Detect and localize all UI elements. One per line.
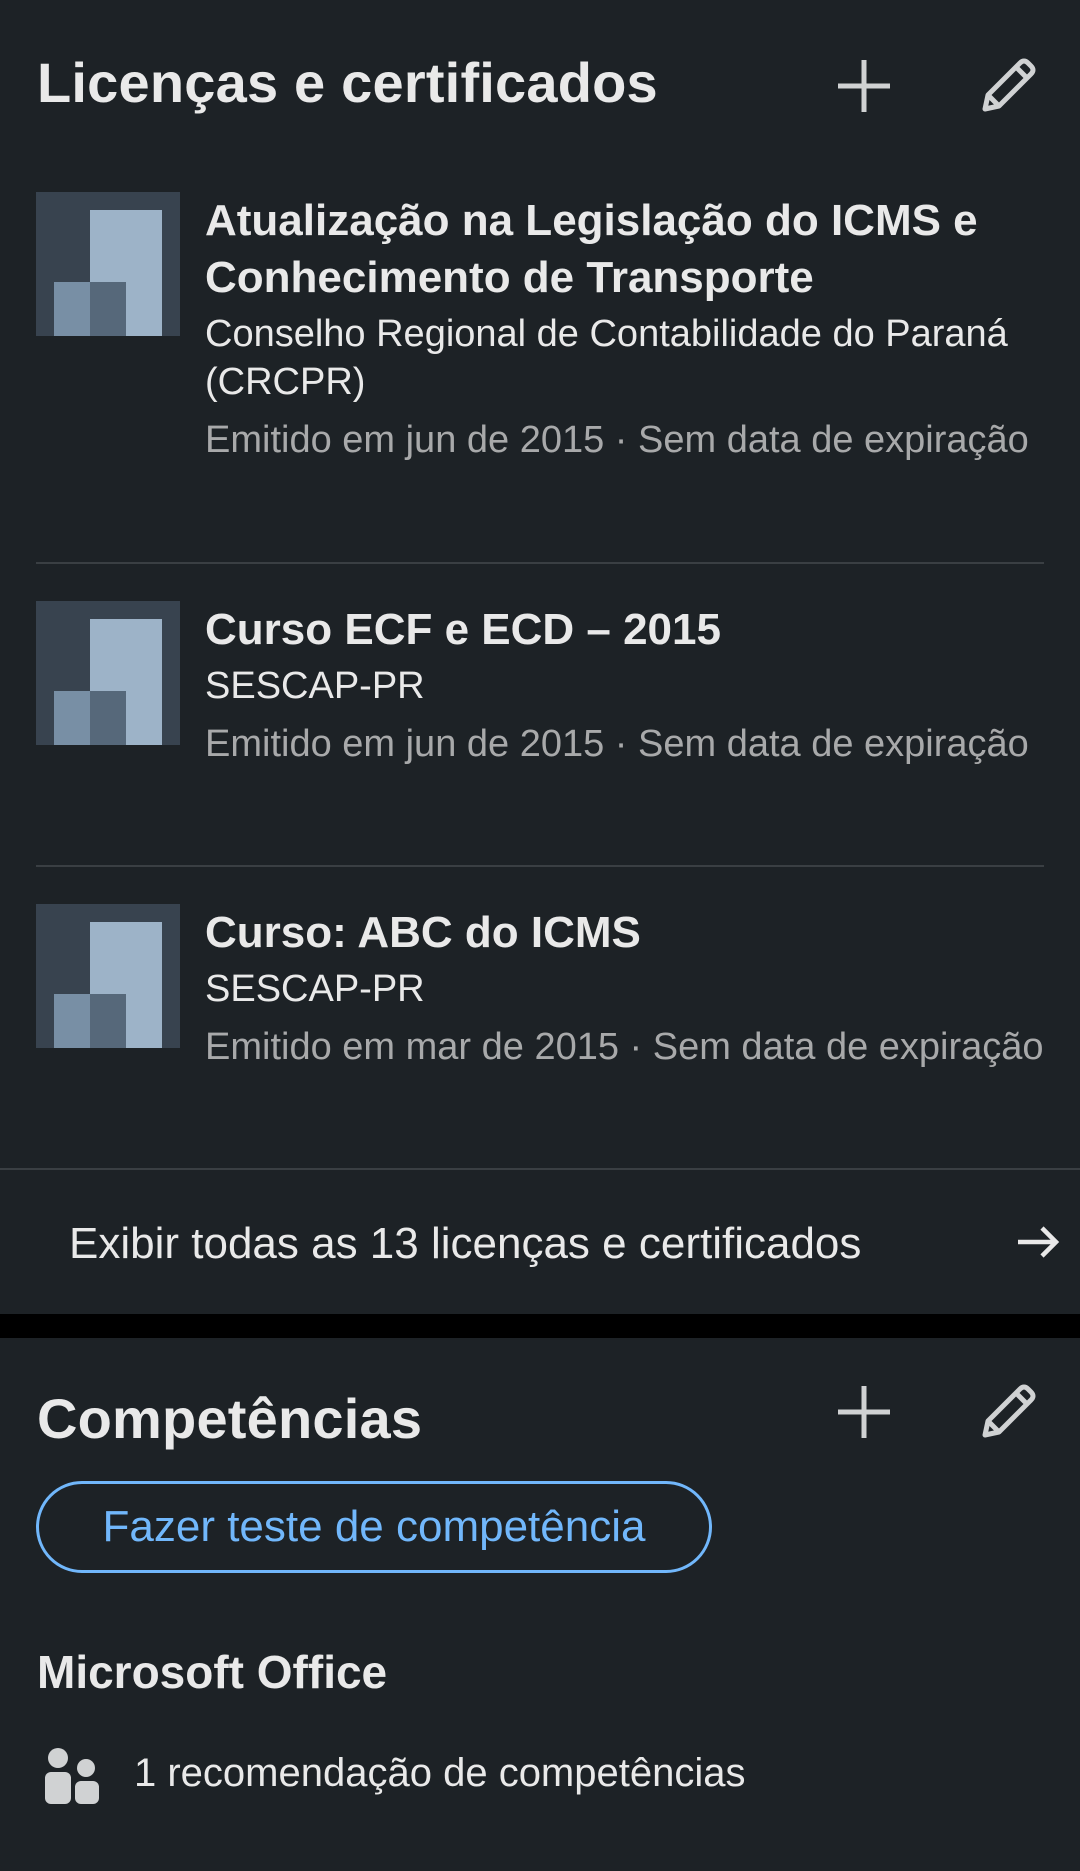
skill-name[interactable]: Microsoft Office [37,1645,387,1699]
plus-icon [838,60,890,112]
divider [36,562,1044,564]
skills-section: Competências Fazer teste de competência … [0,1338,1080,1871]
skill-endorsements-label: 1 recomendação de competências [134,1751,746,1795]
license-date: Emitido em jun de 2015 · Sem data de exp… [205,723,1029,765]
skill-endorsements-row[interactable]: 1 recomendação de competências [36,1738,1036,1808]
license-date: Emitido em mar de 2015 · Sem data de exp… [205,1026,1044,1068]
show-all-licenses-link[interactable]: Exibir todas as 13 licenças e certificad… [0,1172,1080,1314]
add-skill-button[interactable] [824,1372,904,1452]
divider [0,1168,1080,1170]
arrow-right-icon [1018,1226,1060,1258]
license-title: Atualização na Legislação do ICMS e Conh… [205,196,978,302]
company-logo-placeholder-icon [36,601,180,745]
company-logo-placeholder-icon [36,904,180,1048]
licenses-section-title: Licenças e certificados [37,51,658,114]
license-title: Curso: ABC do ICMS [205,908,641,957]
licenses-section: Licenças e certificados Atualização na L… [0,0,1080,1314]
add-license-button[interactable] [824,46,904,126]
company-logo-placeholder-icon [36,192,180,336]
plus-icon [838,1386,890,1438]
pencil-icon [982,58,1036,112]
people-icon [45,1748,99,1804]
show-all-licenses-label: Exibir todas as 13 licenças e certificad… [69,1219,862,1268]
pencil-icon [982,1384,1036,1438]
license-issuer: SESCAP-PR [205,665,425,707]
take-skill-test-button[interactable]: Fazer teste de competência [36,1481,712,1573]
license-issuer: Conselho Regional de Contabilidade do Pa… [205,313,1008,403]
license-issuer: SESCAP-PR [205,968,425,1010]
divider [36,865,1044,867]
edit-licenses-button[interactable] [968,46,1048,126]
edit-skills-button[interactable] [968,1372,1048,1452]
skills-section-title: Competências [37,1387,423,1450]
license-date: Emitido em jun de 2015 · Sem data de exp… [205,419,1029,461]
license-title: Curso ECF e ECD – 2015 [205,605,721,654]
